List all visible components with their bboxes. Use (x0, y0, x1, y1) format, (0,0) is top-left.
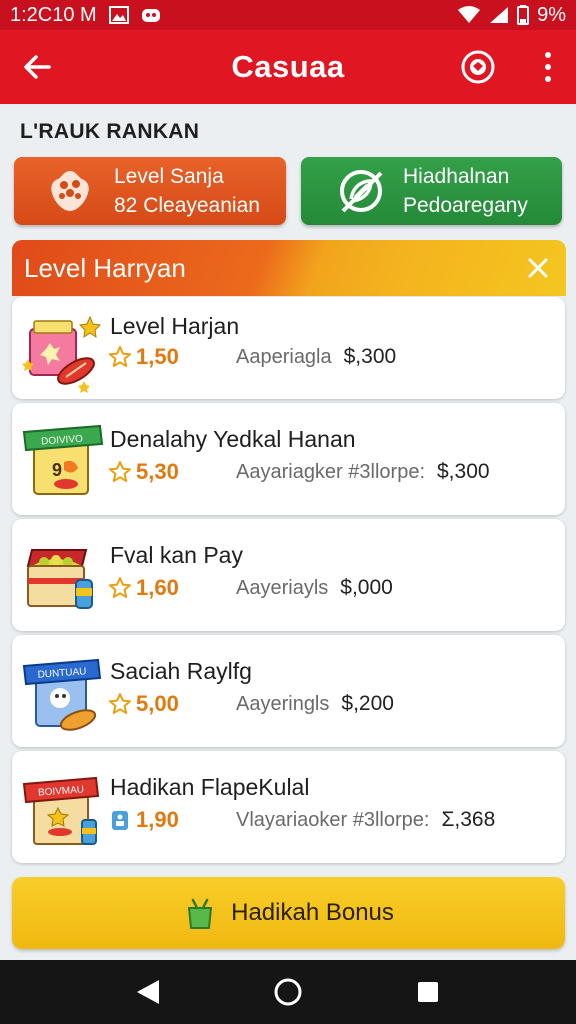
battery-percent: 9% (537, 3, 566, 26)
status-time: 1:2C10 M (10, 3, 97, 26)
game-notification-icon (141, 6, 161, 24)
panel-title: Level Harryan (24, 252, 186, 283)
card-price: $,200 (341, 692, 394, 715)
card-price: $,000 (340, 576, 393, 599)
battery-icon (517, 5, 530, 25)
card-rating: 5,00 (136, 691, 179, 716)
card-rating: 5,30 (136, 459, 179, 484)
hiadhalnan-label: Hiadhalnan (403, 165, 510, 188)
card-desc: Aayariagker #3llorpe: (236, 460, 425, 483)
card-meta: 1,50 Aaperiagla $,300 (108, 344, 396, 370)
list-item[interactable]: DOIVIVO 9 Denalahy Yedkal Hanan 5,30 Aay… (12, 403, 565, 515)
more-options-button[interactable] (538, 47, 558, 87)
star-icon (109, 577, 131, 598)
level-sanja-label: Level Sanja (114, 165, 224, 188)
list-item[interactable]: Fval kan Pay 1,60 Aayeriayls $,000 (12, 519, 565, 631)
panel-header: Level Harryan (12, 240, 566, 296)
bonus-button[interactable]: Hadikah Bonus (12, 877, 565, 949)
star-icon (109, 461, 131, 482)
gift-box-icon: BOIVMAU (20, 762, 104, 852)
card-price: $,300 (437, 460, 490, 483)
star-icon (109, 346, 131, 367)
signal-icon (489, 6, 509, 24)
card-rating: 1,50 (136, 344, 179, 369)
triangle-back-icon (137, 980, 159, 1004)
wifi-icon (457, 6, 481, 24)
toaster-gift-icon (20, 303, 104, 393)
nav-back-button[interactable] (131, 975, 165, 1009)
card-rating: 1,60 (136, 575, 179, 600)
card-price: $,300 (343, 345, 397, 368)
list-item[interactable]: BOIVMAU Hadikan FlapeKulal 1,90 Vlayaria… (12, 751, 565, 863)
hiadhalnan-sublabel: Pedoaregany (403, 194, 528, 217)
card-title: Hadikan FlapeKulal (110, 774, 310, 800)
card-desc: Aayeriayls (236, 576, 329, 599)
nav-recents-button[interactable] (411, 975, 445, 1009)
system-nav-bar (0, 960, 576, 1024)
card-title: Saciah Raylfg (110, 658, 252, 684)
card-title: Fval kan Pay (110, 542, 243, 568)
level-sanja-sublabel: 82 Cleayeanian (114, 194, 260, 217)
treasure-chest-icon (20, 530, 104, 620)
app-bar: Casuaa (0, 30, 576, 104)
svg-text:9: 9 (52, 460, 62, 480)
crossed-leaf-icon (331, 161, 391, 221)
card-meta: 5,30 Aayariagker #3llorpe: $,300 (108, 459, 490, 485)
square-recents-icon (418, 982, 438, 1002)
profile-button[interactable] (460, 49, 496, 85)
image-notification-icon (108, 6, 129, 24)
card-title: Denalahy Yedkal Hanan (110, 426, 356, 452)
status-bar: 1:2C10 M 9% (0, 0, 576, 30)
card-title: Level Harjan (110, 313, 240, 339)
nav-home-button[interactable] (271, 975, 305, 1009)
card-rating: 1,90 (136, 807, 179, 832)
card-meta: 1,60 Aayeriayls $,000 (108, 575, 393, 601)
close-button[interactable] (522, 252, 554, 284)
card-meta: 5,00 Aayeringls $,200 (108, 691, 394, 717)
circle-home-icon (274, 978, 302, 1006)
list-item[interactable]: DUNTUAU Saciah Raylfg 5,00 Aayeringls $,… (12, 635, 565, 747)
profile-icon (461, 50, 495, 84)
star-icon (109, 693, 131, 714)
card-desc: Aaperiagla (236, 345, 332, 368)
hiadhalnan-button[interactable]: Hiadhalnan Pedoaregany (301, 157, 562, 225)
snack-box-icon: DUNTUAU (20, 646, 104, 736)
section-label: L'RAUK RANKAN (20, 120, 200, 143)
card-desc: Aayeringls (236, 692, 330, 715)
info-badge-icon (112, 811, 128, 830)
cookie-icon (40, 161, 100, 221)
level-sanja-button[interactable]: Level Sanja 82 Cleayeanian (14, 157, 286, 225)
card-desc: Vlayariaoker #3llorpe: (236, 808, 430, 831)
shopping-bag-icon (188, 898, 213, 929)
food-box-icon: DOIVIVO 9 (20, 414, 104, 504)
card-meta: 1,90 Vlayariaoker #3llorpe: Σ,368 (108, 807, 495, 833)
arrow-left-icon (24, 55, 51, 79)
card-price: Σ,368 (441, 808, 496, 831)
bonus-button-label: Hadikah Bonus (231, 899, 394, 926)
back-button[interactable] (18, 48, 56, 86)
list-item[interactable]: Level Harjan 1,50 Aaperiagla $,300 (12, 297, 565, 399)
close-icon (528, 258, 548, 278)
more-options-icon (545, 52, 551, 58)
